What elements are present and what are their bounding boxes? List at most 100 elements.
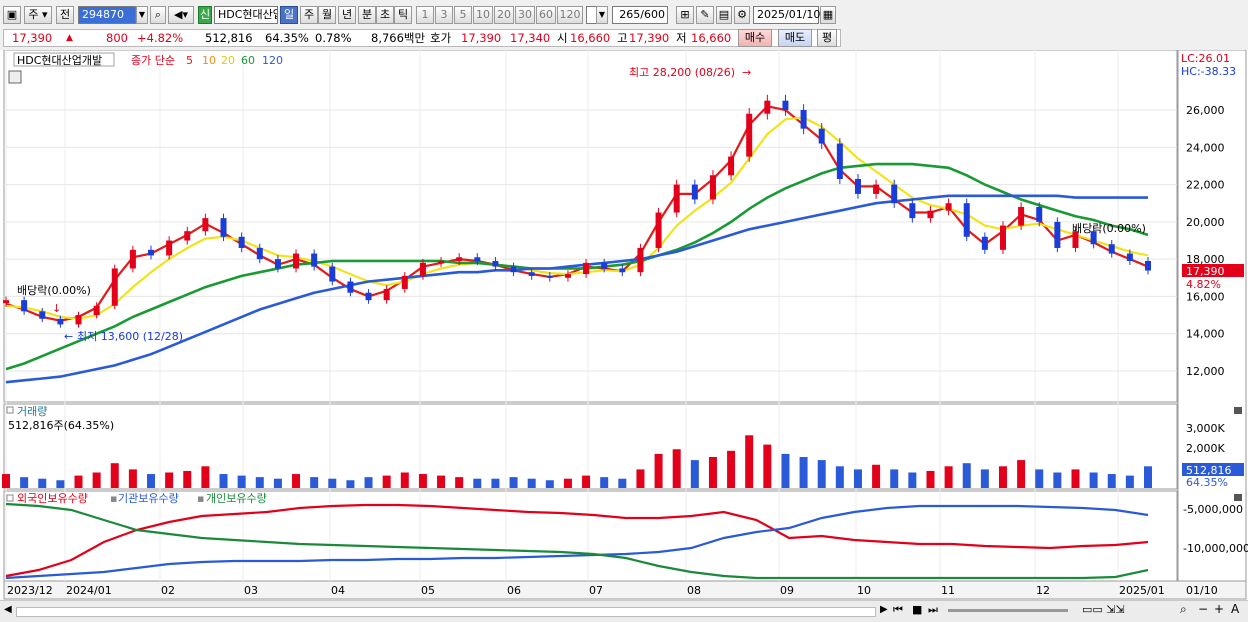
volume-panel-close-icon[interactable] — [1234, 407, 1242, 414]
draw-tool-icon[interactable]: ✎ — [696, 6, 714, 24]
interval-10-button[interactable]: 10 — [473, 6, 493, 24]
stock-chart[interactable]: HDC현대산업개발 종가 단순 5 10 20 60 120 최고 28,200… — [0, 49, 1248, 600]
x-axis-label: 11 — [941, 584, 955, 597]
candle-body — [1036, 206, 1043, 222]
candle-body — [691, 184, 698, 200]
search-icon[interactable]: ⌕ — [150, 6, 166, 24]
volume-bar — [563, 478, 572, 488]
volume-bar — [998, 466, 1007, 488]
candle-body — [909, 203, 916, 219]
period-select[interactable]: 주 ▾ — [24, 6, 52, 24]
zoom-in-icon[interactable]: + — [1214, 602, 1224, 616]
period-minute-button[interactable]: 분 — [358, 6, 376, 24]
zoom-slider[interactable] — [948, 609, 1068, 612]
window-menu-icon[interactable]: ▣ — [3, 6, 21, 24]
stop-icon[interactable]: ■ — [912, 603, 922, 616]
volume-bar — [56, 480, 65, 488]
volume-bar — [727, 450, 736, 488]
sell-button[interactable]: 매도 — [778, 29, 812, 47]
interval-1-button[interactable]: 1 — [416, 6, 434, 24]
prev-button[interactable]: 전 — [56, 6, 74, 24]
candle-body — [474, 257, 481, 262]
interval-60-button[interactable]: 60 — [536, 6, 556, 24]
price-y-tick: 26,000 — [1186, 104, 1225, 117]
date-input[interactable]: 2025/01/10 — [753, 6, 820, 24]
speaker-icon[interactable]: ◀▾ — [168, 6, 194, 24]
volume-bar — [310, 477, 319, 488]
x-axis-frame — [3, 580, 1247, 600]
period-tick-button[interactable]: 틱 — [394, 6, 412, 24]
volume-ratio: 64.35% — [265, 31, 309, 45]
horizontal-scrollbar[interactable] — [16, 607, 876, 617]
interval-30-button[interactable]: 30 — [515, 6, 535, 24]
volume-bar — [183, 470, 192, 488]
volume-bar — [944, 466, 953, 488]
calendar-icon[interactable]: ▦ — [820, 6, 836, 24]
volume-bar — [654, 453, 663, 488]
period-month-button[interactable]: 월 — [318, 6, 336, 24]
candle-body — [166, 240, 173, 256]
trade-amount: 8,766백만 — [371, 31, 426, 45]
volume-bar — [708, 457, 717, 488]
y-axis-frame — [1177, 49, 1247, 582]
crosshair-icon[interactable]: ⊞ — [676, 6, 694, 24]
volume-bar — [346, 480, 355, 488]
bid-price: 17,340 — [510, 31, 551, 45]
volume-bar — [509, 477, 518, 488]
volume-panel-icon — [6, 406, 14, 414]
period-second-button[interactable]: 초 — [376, 6, 394, 24]
save-icon[interactable]: ▤ — [716, 6, 732, 24]
candle-body — [655, 212, 662, 248]
interval-20-button[interactable]: 20 — [494, 6, 514, 24]
volume-bar — [364, 477, 373, 488]
volume-bar — [527, 478, 536, 488]
layout-tools-icon[interactable]: ▭▭ ⇲⇲ — [1082, 603, 1125, 616]
scroll-left-icon[interactable]: ◀ — [4, 604, 12, 615]
interval-dropdown-icon[interactable]: ▼ — [596, 6, 608, 24]
candle-body — [981, 236, 988, 250]
candle-body — [800, 110, 807, 129]
candle-body — [999, 225, 1006, 250]
price-y-tick: 24,000 — [1186, 141, 1225, 154]
annotation-low: 최저 13,600 (12/28) — [77, 330, 183, 343]
stock-code-input[interactable]: 294870 — [78, 6, 136, 24]
candle-body — [274, 259, 281, 269]
period-day-button[interactable]: 일 — [280, 6, 298, 24]
first-page-icon[interactable]: ⏮ — [893, 603, 903, 617]
candle-body — [1018, 206, 1025, 226]
holding-tick-10m: -10,000,000 — [1183, 542, 1248, 555]
price-y-tick: 14,000 — [1186, 328, 1225, 341]
volume-bar — [781, 453, 790, 488]
settings-icon[interactable]: ⚙ — [734, 6, 750, 24]
volume-bar — [799, 457, 808, 488]
zoom-search-icon[interactable]: ⌕ — [1180, 602, 1187, 617]
scroll-right-icon[interactable]: ▶ — [880, 604, 888, 615]
period-week-button[interactable]: 주 — [300, 6, 318, 24]
volume-tick-3000k: 3,000K — [1186, 422, 1225, 435]
count-field[interactable]: 265/600 — [612, 6, 668, 24]
open-price: 16,660 — [570, 31, 611, 45]
table-toggle-icon[interactable] — [8, 70, 22, 84]
turnover-ratio: 0.78% — [315, 31, 352, 45]
current-price: 17,390 — [12, 31, 53, 45]
candle-body — [311, 253, 318, 267]
text-tool-icon[interactable]: A — [1231, 602, 1239, 616]
zoom-out-icon[interactable]: − — [1198, 602, 1208, 616]
count-total: /600 — [640, 8, 665, 21]
price-y-tick: 12,000 — [1186, 365, 1225, 378]
interval-3-button[interactable]: 3 — [435, 6, 453, 24]
x-axis-label: 03 — [244, 584, 258, 597]
candle-body — [709, 175, 716, 200]
last-page-icon[interactable]: ⏭ — [928, 603, 938, 617]
candle-body — [818, 128, 825, 144]
period-year-button[interactable]: 년 — [338, 6, 356, 24]
interval-5-button[interactable]: 5 — [454, 6, 472, 24]
candle-body — [546, 275, 553, 278]
holding-panel-close-icon[interactable] — [1234, 494, 1242, 501]
buy-button[interactable]: 매수 — [738, 29, 772, 47]
code-dropdown-icon[interactable]: ▼ — [136, 6, 148, 24]
interval-120-button[interactable]: 120 — [557, 6, 583, 24]
eval-button[interactable]: 평 — [817, 29, 837, 47]
volume-bar — [1035, 469, 1044, 488]
candle-body — [383, 288, 390, 301]
